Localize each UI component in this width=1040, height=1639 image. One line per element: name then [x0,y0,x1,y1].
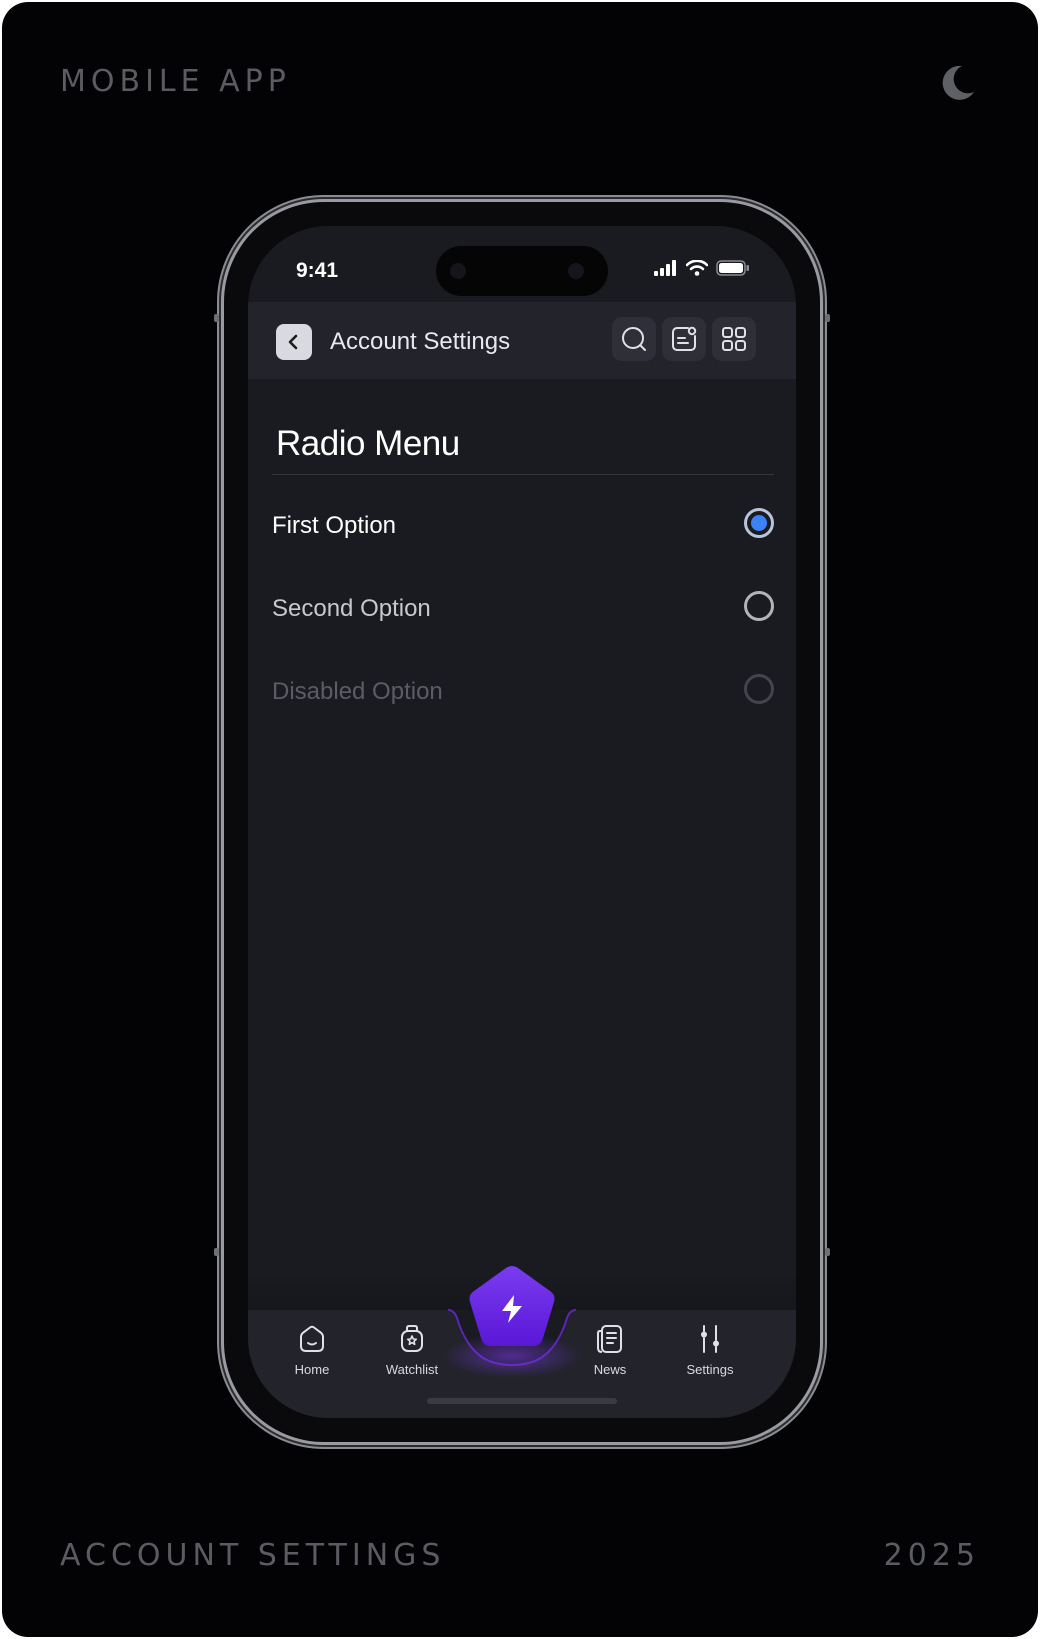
wifi-icon [686,260,708,276]
radio-button-disabled [744,674,774,704]
frame-top-label: MOBILE APP [60,64,291,99]
radio-option-label: First Option [272,512,397,539]
tab-home[interactable]: Home [267,1322,357,1377]
phone-screen: 9:41 Account Settings Radio Menu First O… [248,226,796,1418]
grid-button[interactable] [712,317,756,361]
tab-label: Home [294,1362,330,1377]
phone-mockup: 9:41 Account Settings Radio Menu First O… [214,202,830,1442]
frame-year-label: 2025 [883,1538,980,1573]
search-button[interactable] [612,317,656,361]
lightning-icon [502,1295,522,1323]
radio-option-first[interactable]: First Option [272,496,774,556]
tab-label: Watchlist [385,1362,439,1377]
frame-bottom-label: ACCOUNT SETTINGS [60,1538,446,1573]
status-time: 9:41 [296,259,339,282]
status-icons [654,260,750,276]
tab-label: Settings [686,1362,734,1377]
phone-side-marker [825,1248,830,1256]
tab-settings[interactable]: Settings [665,1322,755,1377]
camera-icon [568,263,584,279]
notes-button[interactable] [662,317,706,361]
phone-side-marker [825,314,830,322]
tab-watchlist[interactable]: Watchlist [367,1322,457,1377]
tab-bar: Home Watchlist News Settings [248,1266,796,1418]
page-title: Radio Menu [276,424,460,463]
phone-side-marker [214,314,219,322]
home-indicator[interactable] [427,1398,617,1404]
showcase-card: MOBILE APP ACCOUNT SETTINGS 2025 9:41 Ac… [2,2,1038,1637]
home-icon [300,1325,324,1352]
note-icon [672,326,697,351]
news-icon [597,1325,622,1353]
sliders-icon [701,1325,719,1353]
radio-button-selected[interactable] [744,508,774,538]
sensor-icon [450,263,466,279]
battery-icon [716,260,749,276]
radio-option-disabled: Disabled Option [272,662,774,722]
watchlist-icon [401,1325,423,1352]
signal-icon [654,260,676,276]
header-title: Account Settings [330,328,511,355]
phone-side-marker [214,1248,219,1256]
tab-news[interactable]: News [565,1322,655,1377]
title-divider [272,474,774,475]
radio-option-label: Disabled Option [272,678,443,705]
back-button[interactable] [276,324,312,360]
chevron-left-icon [288,334,298,350]
radio-option-second[interactable]: Second Option [272,579,774,639]
grid-icon [722,327,746,351]
status-bar: 9:41 [248,226,796,302]
radio-button[interactable] [744,591,774,621]
search-icon [622,327,646,351]
radio-option-label: Second Option [272,595,431,622]
app-header: Account Settings [248,302,796,379]
moon-icon[interactable] [936,62,978,104]
tab-label: News [593,1362,627,1377]
dynamic-island [436,246,608,296]
center-action-button[interactable] [466,1264,558,1354]
